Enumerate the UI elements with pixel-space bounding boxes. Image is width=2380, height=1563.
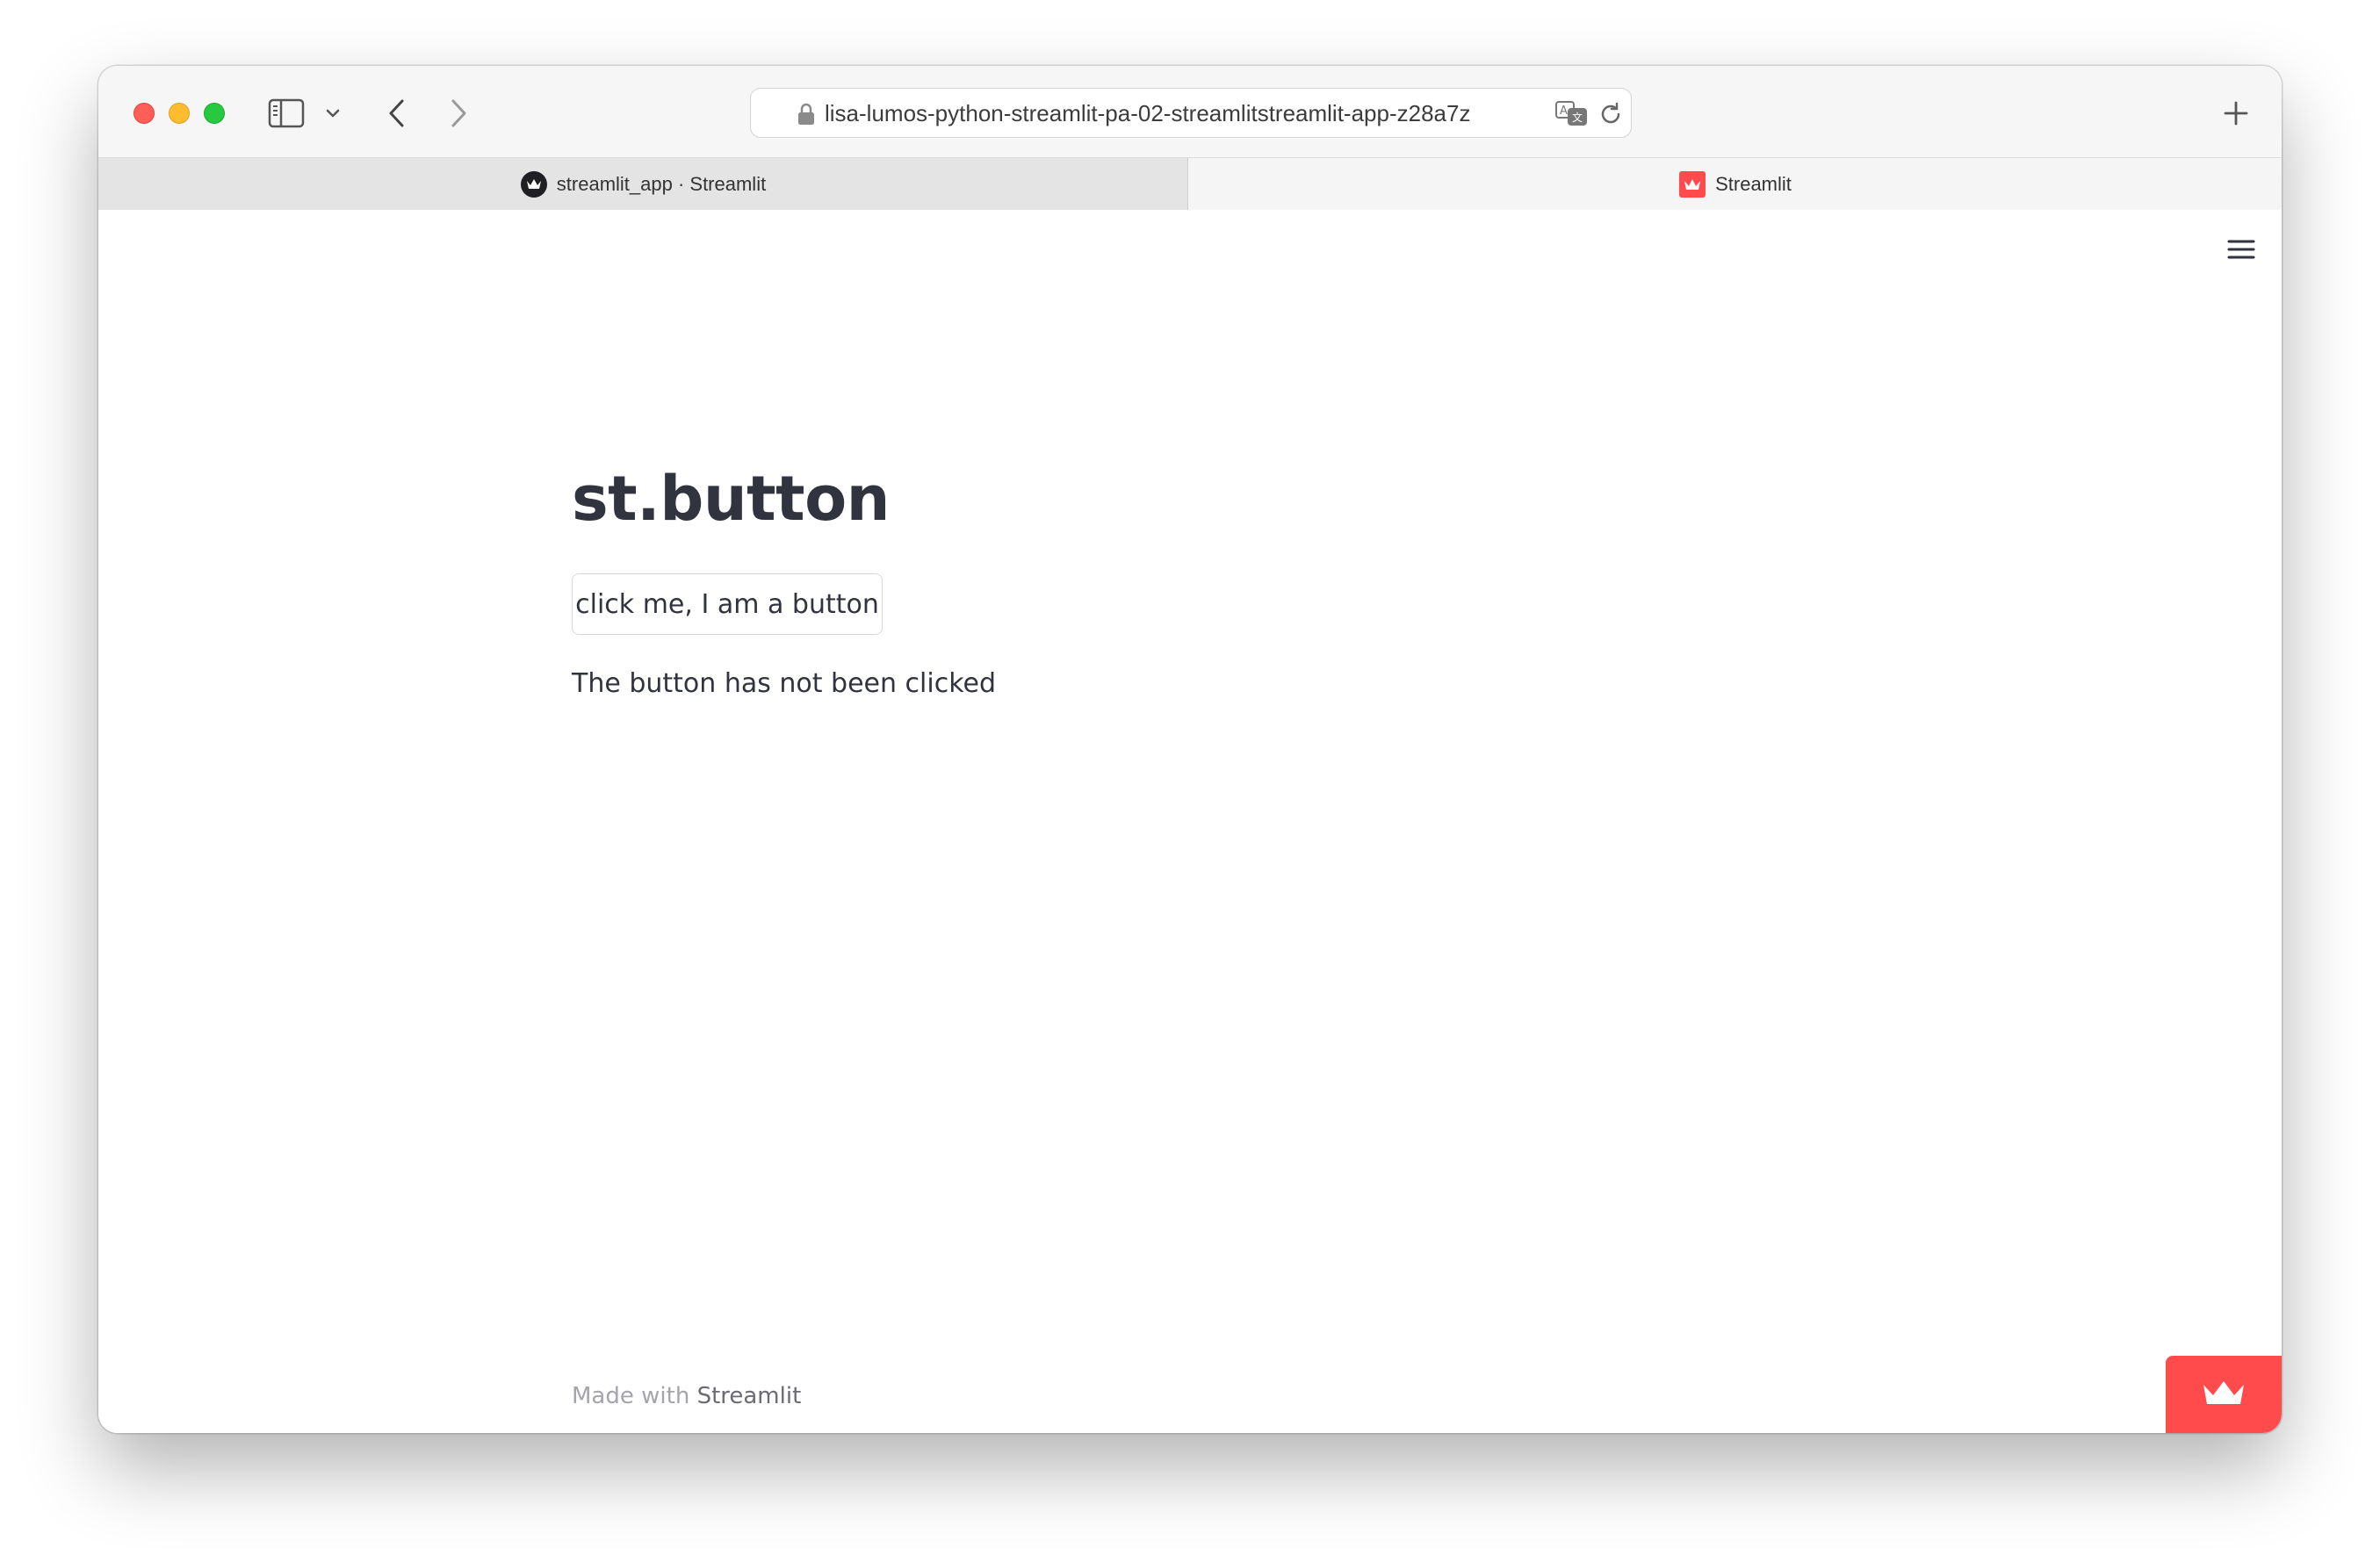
lock-icon <box>797 103 816 126</box>
button-status-text: The button has not been clicked <box>572 668 997 699</box>
streamlit-crown-red-icon <box>1678 170 1706 198</box>
address-bar[interactable]: lisa-lumos-python-streamlit-pa-02-stream… <box>750 88 1632 138</box>
forward-arrow-icon[interactable] <box>441 96 476 131</box>
click-me-button[interactable]: click me, I am a button <box>572 573 883 635</box>
app-content: st.button click me, I am a button The bu… <box>98 210 2282 1433</box>
streamlit-crown-dark-icon <box>520 170 548 198</box>
tab-strip: streamlit_app · Streamlit Streamlit <box>98 158 2282 302</box>
zoom-window-button[interactable] <box>204 103 225 124</box>
tab-label: streamlit_app · Streamlit <box>556 172 767 195</box>
tab-streamlit[interactable]: Streamlit <box>1188 158 2282 210</box>
new-tab-plus-icon[interactable] <box>2217 94 2255 133</box>
browser-toolbar: lisa-lumos-python-streamlit-pa-02-stream… <box>98 66 2282 158</box>
close-window-button[interactable] <box>133 103 155 124</box>
footer: Made with Streamlit <box>572 1383 801 1409</box>
minimize-window-button[interactable] <box>169 103 190 124</box>
tab-label: Streamlit <box>1715 172 1792 195</box>
main-menu-hamburger-icon[interactable] <box>2225 236 2257 263</box>
page-title: st.button <box>572 463 891 535</box>
tab-streamlit-app[interactable]: streamlit_app · Streamlit <box>98 158 1188 210</box>
back-arrow-icon[interactable] <box>379 96 415 131</box>
streamlit-crown-icon <box>2200 1378 2247 1412</box>
streamlit-badge-button[interactable] <box>2166 1356 2282 1433</box>
svg-text:文: 文 <box>1572 111 1583 124</box>
sidebar-toggle-icon[interactable] <box>268 97 305 129</box>
footer-streamlit-link[interactable]: Streamlit <box>697 1383 802 1409</box>
svg-text:A: A <box>1560 104 1568 118</box>
translate-icon[interactable]: A 文 <box>1554 99 1590 129</box>
browser-window: lisa-lumos-python-streamlit-pa-02-stream… <box>98 66 2282 1433</box>
url-text[interactable]: lisa-lumos-python-streamlit-pa-02-stream… <box>825 89 1545 139</box>
reload-icon[interactable] <box>1597 101 1624 127</box>
chevron-down-icon[interactable] <box>322 103 343 124</box>
footer-prefix: Made with <box>572 1383 697 1409</box>
